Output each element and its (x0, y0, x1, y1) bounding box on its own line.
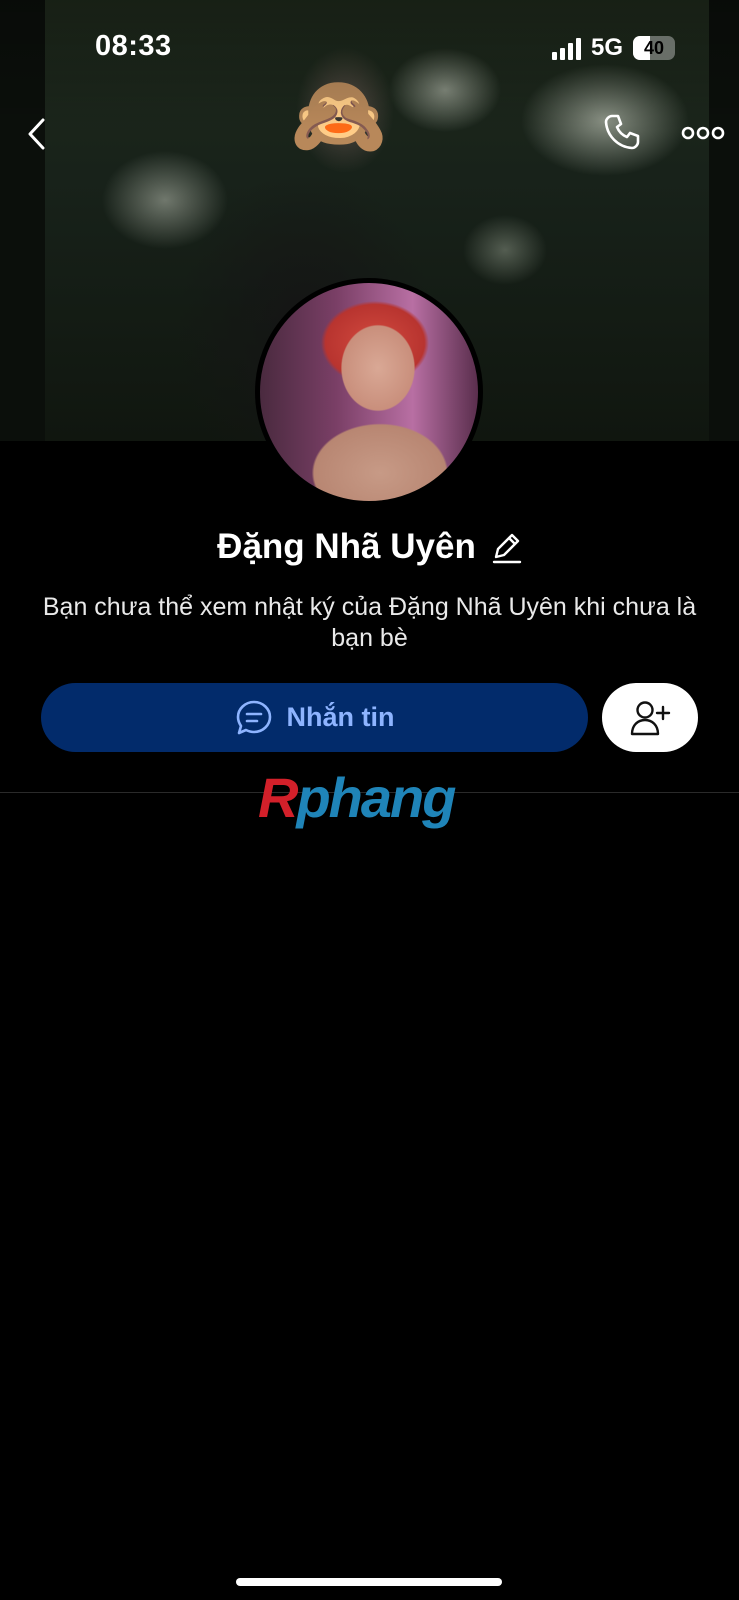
battery-icon: 40 (633, 36, 675, 60)
message-button[interactable]: Nhắn tin (41, 683, 588, 752)
profile-name-row: Đặng Nhã Uyên (0, 527, 739, 567)
chat-bubble-icon (236, 700, 271, 734)
watermark-first: R (258, 766, 298, 829)
chevron-left-icon (28, 118, 45, 150)
signal-icon (551, 36, 581, 60)
friend-required-notice: Bạn chưa thể xem nhật ký của Đặng Nhã Uy… (42, 593, 697, 652)
message-button-label: Nhắn tin (286, 702, 395, 732)
add-friend-button[interactable] (602, 683, 698, 752)
profile-name: Đặng Nhã Uyên (217, 527, 476, 566)
back-button[interactable] (18, 112, 58, 156)
call-button[interactable] (600, 110, 644, 154)
status-indicators: 5G 40 (551, 34, 675, 62)
home-indicator[interactable] (236, 1578, 502, 1586)
avatar[interactable] (255, 278, 483, 506)
more-button[interactable] (680, 118, 726, 148)
watermark-logo: Rphang (258, 766, 484, 830)
more-dots-icon (681, 126, 725, 140)
add-friend-icon (630, 700, 671, 735)
pencil-icon[interactable] (490, 529, 522, 565)
battery-level: 40 (643, 38, 665, 58)
phone-icon (604, 114, 640, 150)
status-time: 08:33 (95, 30, 172, 62)
watermark-rest: phang (296, 766, 456, 829)
network-type: 5G (590, 34, 623, 61)
